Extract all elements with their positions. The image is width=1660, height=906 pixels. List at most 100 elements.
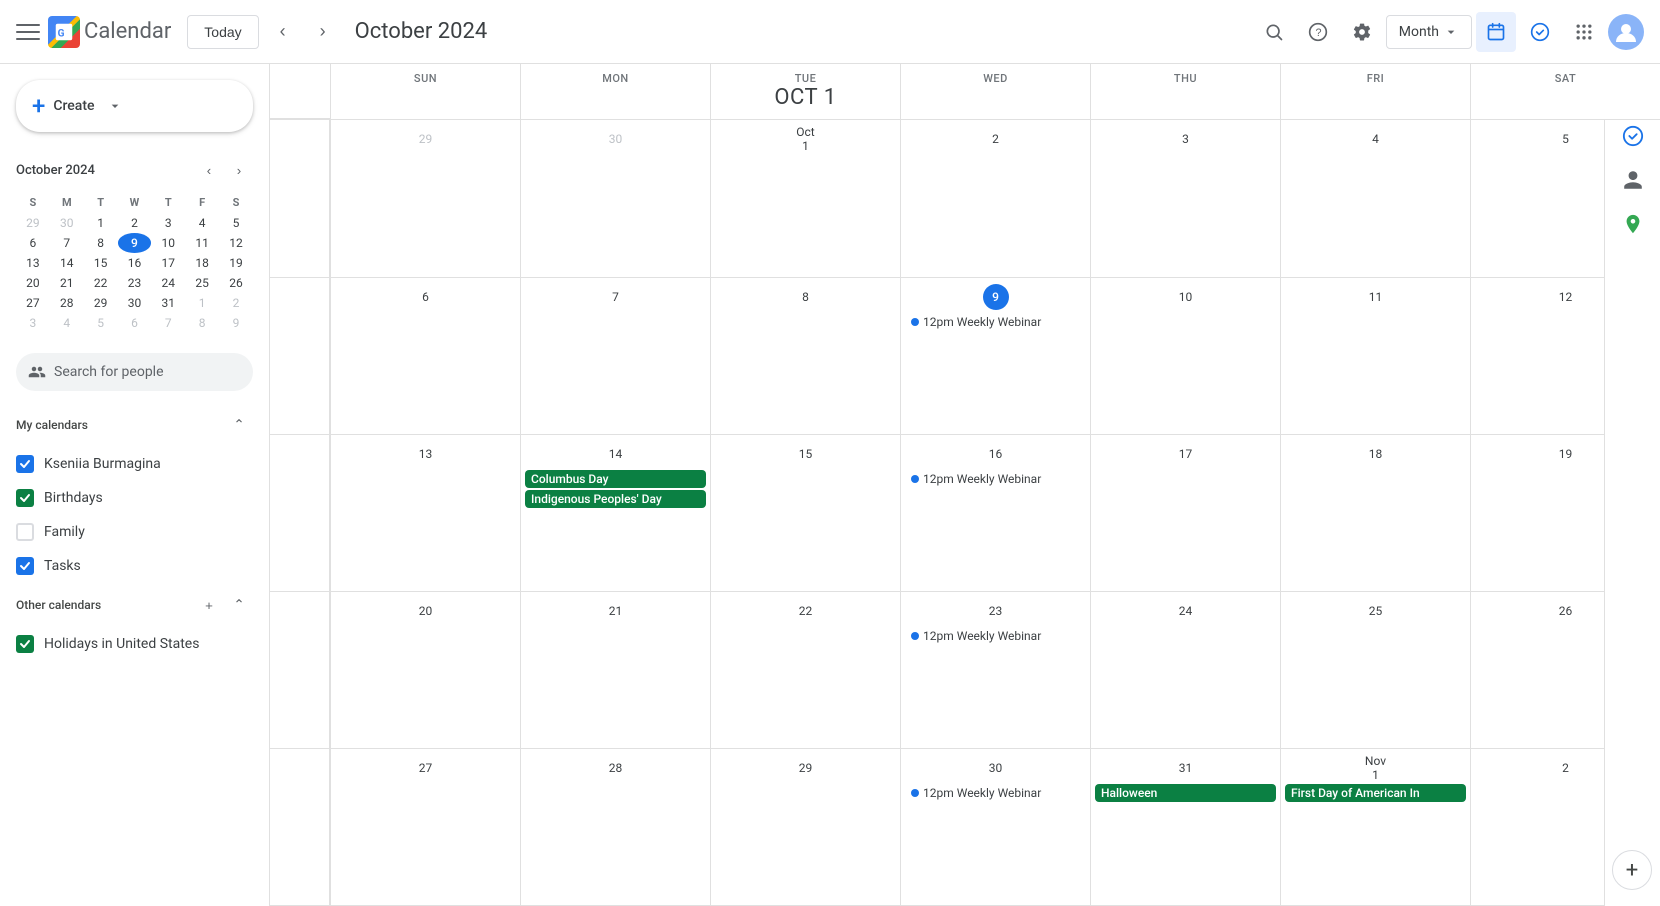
apps-button[interactable] (1564, 12, 1604, 52)
day-number[interactable]: 20 (413, 598, 439, 624)
create-button[interactable]: + Create (16, 80, 253, 132)
day-number[interactable]: 30 (603, 126, 629, 152)
mini-cal-day[interactable]: 5 (219, 213, 253, 233)
mini-cal-day[interactable]: 22 (84, 273, 118, 293)
day-number[interactable]: 12 (1553, 284, 1579, 310)
mini-cal-day[interactable]: 17 (151, 253, 185, 273)
mini-cal-day[interactable]: 6 (118, 313, 152, 333)
event-chip[interactable]: 12pm Weekly Webinar (905, 627, 1086, 645)
settings-button[interactable] (1342, 12, 1382, 52)
mini-cal-day[interactable]: 2 (118, 213, 152, 233)
event-chip[interactable]: Halloween (1095, 784, 1276, 802)
day-number[interactable]: 27 (413, 755, 439, 781)
calendar-item-family[interactable]: Family (0, 515, 269, 549)
mini-cal-day[interactable]: 30 (50, 213, 84, 233)
event-chip[interactable]: Indigenous Peoples' Day (525, 490, 706, 508)
day-number[interactable]: 15 (793, 441, 819, 467)
mini-cal-day[interactable]: 10 (151, 233, 185, 253)
calendar-view-button[interactable] (1476, 12, 1516, 52)
mini-cal-day[interactable]: 1 (185, 293, 219, 313)
next-month-button[interactable]: › (307, 16, 339, 48)
calendar-item-tasks[interactable]: Tasks (0, 549, 269, 583)
user-avatar[interactable] (1608, 14, 1644, 50)
mini-cal-day[interactable]: 6 (16, 233, 50, 253)
day-number[interactable]: 17 (1173, 441, 1199, 467)
mini-cal-day[interactable]: 30 (118, 293, 152, 313)
mini-cal-day[interactable]: 25 (185, 273, 219, 293)
mini-cal-day[interactable]: 23 (118, 273, 152, 293)
day-number[interactable]: 13 (413, 441, 439, 467)
event-chip[interactable]: First Day of American In (1285, 784, 1466, 802)
day-number[interactable]: 2 (983, 126, 1009, 152)
my-calendars-collapse[interactable]: ⌃ (225, 411, 253, 439)
rail-people-icon[interactable] (1613, 160, 1653, 200)
day-number[interactable]: 11 (1363, 284, 1389, 310)
add-other-calendar[interactable]: + (195, 591, 223, 619)
mini-cal-day[interactable]: 15 (84, 253, 118, 273)
mini-cal-day[interactable]: 20 (16, 273, 50, 293)
mini-cal-day[interactable]: 18 (185, 253, 219, 273)
mini-cal-day[interactable]: 4 (185, 213, 219, 233)
rail-maps-icon[interactable] (1613, 204, 1653, 244)
calendar-item-birthdays[interactable]: Birthdays (0, 481, 269, 515)
mini-cal-day[interactable]: 19 (219, 253, 253, 273)
day-number[interactable]: 2 (1553, 755, 1579, 781)
day-number[interactable]: 3 (1173, 126, 1199, 152)
mini-cal-day[interactable]: 26 (219, 273, 253, 293)
day-number[interactable]: 5 (1553, 126, 1579, 152)
mini-cal-day[interactable]: 9 (118, 233, 152, 253)
day-number[interactable]: 31 (1173, 755, 1199, 781)
day-number[interactable]: 28 (603, 755, 629, 781)
day-number[interactable]: 24 (1173, 598, 1199, 624)
mini-cal-day[interactable]: 3 (151, 213, 185, 233)
cal-checkbox-birthdays[interactable] (16, 489, 34, 507)
mini-cal-day[interactable]: 4 (50, 313, 84, 333)
day-number[interactable]: 14 (603, 441, 629, 467)
day-number[interactable]: 4 (1363, 126, 1389, 152)
day-number[interactable]: 29 (413, 126, 439, 152)
mini-cal-day[interactable]: 27 (16, 293, 50, 313)
search-button[interactable] (1254, 12, 1294, 52)
cal-checkbox-tasks[interactable] (16, 557, 34, 575)
hamburger-menu[interactable] (16, 20, 40, 44)
view-selector[interactable]: Month (1386, 15, 1472, 49)
mini-cal-day[interactable]: 21 (50, 273, 84, 293)
day-number[interactable]: Nov 1 (1363, 755, 1389, 781)
day-number[interactable]: Oct 1 (793, 126, 819, 152)
event-chip[interactable]: 12pm Weekly Webinar (905, 470, 1086, 488)
day-number[interactable]: 22 (793, 598, 819, 624)
mini-cal-day[interactable]: 13 (16, 253, 50, 273)
day-number[interactable]: 6 (413, 284, 439, 310)
day-number[interactable]: 23 (983, 598, 1009, 624)
mini-cal-day[interactable]: 9 (219, 313, 253, 333)
mini-cal-day[interactable]: 2 (219, 293, 253, 313)
prev-month-button[interactable]: ‹ (267, 16, 299, 48)
today-button[interactable]: Today (187, 15, 258, 49)
day-number[interactable]: 10 (1173, 284, 1199, 310)
mini-cal-day[interactable]: 16 (118, 253, 152, 273)
mini-cal-day[interactable]: 8 (84, 233, 118, 253)
mini-cal-day[interactable]: 5 (84, 313, 118, 333)
mini-cal-day[interactable]: 3 (16, 313, 50, 333)
day-number[interactable]: 19 (1553, 441, 1579, 467)
mini-cal-day[interactable]: 8 (185, 313, 219, 333)
mini-cal-day[interactable]: 12 (219, 233, 253, 253)
search-people[interactable]: Search for people (16, 353, 253, 391)
day-number[interactable]: 7 (603, 284, 629, 310)
mini-cal-day[interactable]: 29 (16, 213, 50, 233)
help-button[interactable]: ? (1298, 12, 1338, 52)
day-number[interactable]: 21 (603, 598, 629, 624)
tasks-button[interactable] (1520, 12, 1560, 52)
mini-cal-day[interactable]: 28 (50, 293, 84, 313)
event-chip[interactable]: Columbus Day (525, 470, 706, 488)
day-number[interactable]: 18 (1363, 441, 1389, 467)
event-chip[interactable]: 12pm Weekly Webinar (905, 784, 1086, 802)
other-calendars-collapse[interactable]: ⌃ (225, 591, 253, 619)
mini-cal-prev[interactable]: ‹ (195, 156, 223, 184)
mini-cal-day[interactable]: 11 (185, 233, 219, 253)
day-number[interactable]: 25 (1363, 598, 1389, 624)
mini-cal-day[interactable]: 7 (151, 313, 185, 333)
mini-cal-day[interactable]: 14 (50, 253, 84, 273)
event-chip[interactable]: 12pm Weekly Webinar (905, 313, 1086, 331)
mini-cal-day[interactable]: 31 (151, 293, 185, 313)
